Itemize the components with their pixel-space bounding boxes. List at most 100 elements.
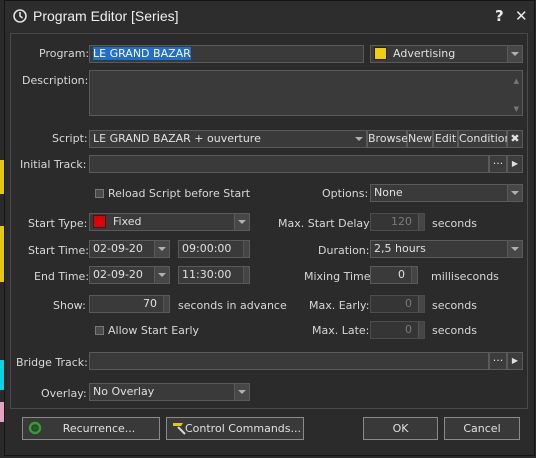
program-editor-dialog: Program Editor [Series] ? ✕ Program: LE … (4, 0, 535, 456)
start-type-label: Start Type: (28, 217, 88, 230)
script-select[interactable]: LE GRAND BAZAR + ouverture (89, 130, 367, 148)
chevron-down-icon[interactable] (154, 241, 169, 257)
script-condition-button[interactable]: Condition (458, 130, 512, 148)
program-name-value: LE GRAND BAZAR (93, 47, 191, 60)
end-time-value: 11:30:00 (182, 268, 232, 281)
allow-start-early-label[interactable]: Allow Start Early (108, 324, 199, 337)
max-start-delay-value: 120 (391, 215, 412, 228)
program-settings-panel: Program: LE GRAND BAZAR Advertising Desc… (10, 33, 528, 409)
mixing-time-value: 0 (398, 268, 405, 281)
overlay-label: Overlay: (41, 387, 87, 400)
script-value: LE GRAND BAZAR + ouverture (93, 132, 261, 145)
initial-track-input[interactable] (89, 155, 489, 173)
max-early-value: 0 (405, 297, 412, 310)
close-icon: ✖ (510, 132, 520, 145)
start-type-select[interactable]: Fixed (89, 213, 250, 231)
mixing-time-label: Mixing Time: (304, 270, 375, 283)
max-start-delay-label: Max. Start Delay: (278, 217, 373, 230)
script-clear-button[interactable]: ✖ (507, 130, 523, 148)
control-commands-label: Control Commands... (184, 422, 301, 435)
start-date-input[interactable]: 02-09-20 (89, 240, 170, 258)
max-start-delay-input[interactable]: 120 (370, 213, 425, 231)
end-date-value: 02-09-20 (93, 268, 143, 281)
max-late-input[interactable]: 0 (370, 321, 425, 339)
end-time-label: End Time: (34, 270, 90, 283)
options-value: None (374, 186, 403, 199)
start-time-input[interactable]: 09:00:00 (178, 240, 250, 258)
cancel-button[interactable]: Cancel (444, 417, 520, 440)
options-label: Options: (322, 187, 369, 200)
show-value: 70 (143, 297, 157, 310)
max-early-unit: seconds (432, 299, 477, 312)
mixing-time-input[interactable]: 0 (370, 266, 418, 284)
script-new-button[interactable]: New (407, 130, 433, 148)
stepper-icon[interactable] (243, 267, 249, 283)
max-late-unit: seconds (432, 324, 477, 337)
description-label: Description: (22, 74, 89, 87)
script-edit-button[interactable]: Edit (433, 130, 458, 148)
bridge-track-play-button[interactable]: ▶ (507, 352, 523, 370)
category-color-swatch (374, 47, 387, 60)
max-late-value: 0 (405, 323, 412, 336)
show-unit: seconds in advance (178, 299, 287, 312)
close-button[interactable]: ✕ (515, 7, 528, 25)
ellipsis-icon: ··· (492, 157, 504, 170)
end-time-input[interactable]: 11:30:00 (178, 266, 250, 284)
chevron-down-icon[interactable] (507, 241, 522, 257)
recurrence-button[interactable]: Recurrence... (22, 417, 160, 440)
program-label: Program: (39, 47, 90, 60)
reload-script-checkbox[interactable] (95, 189, 104, 198)
chevron-down-icon[interactable] (234, 384, 249, 400)
help-button[interactable]: ? (495, 7, 504, 25)
overlay-select[interactable]: No Overlay (89, 383, 250, 401)
options-select[interactable]: None (370, 184, 523, 202)
ok-button[interactable]: OK (363, 417, 438, 440)
chevron-down-icon[interactable] (154, 267, 169, 283)
start-date-value: 02-09-20 (93, 242, 143, 255)
stepper-icon[interactable] (418, 214, 424, 230)
chevron-down-icon[interactable] (234, 214, 249, 230)
bridge-track-input[interactable] (89, 352, 489, 370)
play-icon: ▶ (511, 356, 519, 365)
end-date-input[interactable]: 02-09-20 (89, 266, 170, 284)
chevron-down-icon[interactable] (507, 46, 522, 62)
initial-track-label: Initial Track: (20, 158, 87, 171)
category-select[interactable]: Advertising (370, 45, 523, 63)
program-name-input[interactable]: LE GRAND BAZAR (89, 45, 364, 63)
max-late-label: Max. Late: (312, 324, 370, 337)
recurrence-icon (28, 421, 42, 435)
bridge-track-label: Bridge Track: (16, 356, 88, 369)
title-bar[interactable]: Program Editor [Series] ? ✕ (5, 1, 534, 32)
bridge-track-browse-button[interactable]: ··· (489, 352, 507, 370)
start-time-value: 09:00:00 (182, 242, 232, 255)
description-textarea[interactable]: ▲ ▼ (89, 70, 523, 116)
stepper-icon[interactable] (243, 241, 249, 257)
command-icon (173, 423, 186, 435)
show-input[interactable]: 70 (89, 295, 170, 313)
control-commands-button[interactable]: Control Commands... (166, 417, 304, 440)
duration-value: 2,5 hours (374, 242, 426, 255)
stepper-icon[interactable] (418, 296, 424, 312)
duration-select[interactable]: 2,5 hours (370, 240, 523, 258)
stepper-icon[interactable] (418, 322, 424, 338)
overlay-value: No Overlay (93, 385, 155, 398)
scroll-down-icon[interactable]: ▼ (514, 101, 519, 115)
show-label: Show: (53, 299, 86, 312)
allow-start-early-checkbox[interactable] (95, 326, 104, 335)
max-early-label: Max. Early: (309, 299, 370, 312)
script-label: Script: (52, 132, 88, 145)
reload-script-label[interactable]: Reload Script before Start (108, 187, 250, 200)
script-browse-button[interactable]: Browse (367, 130, 408, 148)
initial-track-play-button[interactable]: ▶ (507, 155, 523, 173)
window-title: Program Editor [Series] (33, 8, 179, 24)
mixing-time-unit: milliseconds (431, 270, 499, 283)
stepper-icon[interactable] (163, 296, 169, 312)
initial-track-browse-button[interactable]: ··· (489, 155, 507, 173)
chevron-down-icon[interactable] (507, 185, 522, 201)
max-start-delay-unit: seconds (432, 217, 477, 230)
stepper-icon[interactable] (411, 267, 417, 283)
chevron-down-icon[interactable] (352, 131, 366, 147)
scroll-up-icon[interactable]: ▲ (514, 73, 519, 89)
ellipsis-icon: ··· (492, 354, 504, 367)
max-early-input[interactable]: 0 (370, 295, 425, 313)
